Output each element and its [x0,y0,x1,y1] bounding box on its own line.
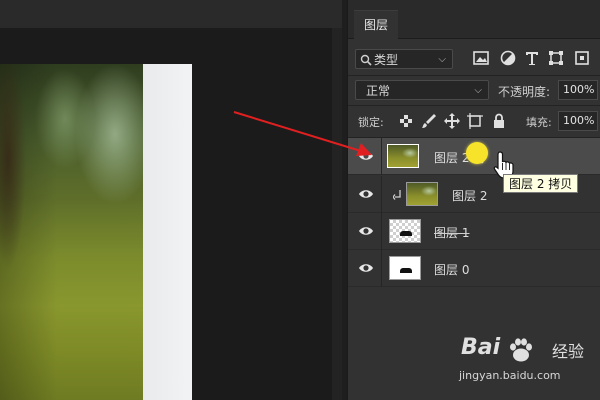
search-icon [360,54,372,66]
layer-thumbnail [389,219,421,243]
paw-icon [510,338,532,362]
chevron-down-icon: ⌵ [474,85,482,96]
panel-divider [348,75,600,76]
layer-name[interactable]: 图层 2 [452,187,487,204]
blend-mode-value: 正常 [366,84,391,98]
watermark-url: jingyan.baidu.com [459,369,561,382]
lock-paint-icon[interactable] [420,112,438,130]
layer-filter-label: 类型 [374,53,399,67]
layer-name-tooltip: 图层 2 拷贝 [503,174,579,193]
layer-thumbnail [387,144,419,168]
eye-column-divider [381,250,382,287]
shape-icon[interactable] [547,49,565,67]
eye-icon[interactable] [358,149,374,163]
layer-thumbnail [406,182,438,206]
canvas-white-layer [143,64,192,400]
lock-all-icon[interactable] [490,112,508,130]
lock-move-icon[interactable] [443,112,461,130]
layer-name[interactable]: 图层 1 [434,224,469,241]
opacity-field[interactable]: 100% [558,80,598,100]
canvas-top-bar [0,0,342,28]
eye-column-divider [381,213,382,250]
click-highlight-dot [466,142,488,164]
layer-row[interactable]: 图层 1 [348,213,600,250]
lock-label: 锁定: [358,116,384,129]
layer-filter-select[interactable]: 类型 ⌵ [355,49,453,69]
canvas-photo-shade [0,64,143,400]
eye-icon[interactable] [358,224,374,238]
eye-column-divider [381,176,382,213]
baidu-jingyan-watermark: Bai 经验 jingyan.baidu.com [449,333,599,397]
lock-transparency-icon[interactable] [397,112,415,130]
image-icon[interactable] [472,49,490,67]
fill-field[interactable]: 100% [558,111,598,131]
eye-icon[interactable] [358,261,374,275]
smart-object-icon[interactable] [573,49,591,67]
eye-column-divider [381,138,382,175]
layer-name[interactable]: 图层 0 [434,261,469,278]
clipping-mask-icon [393,190,401,200]
chevron-down-icon: ⌵ [438,54,446,65]
layer-thumbnail [389,256,421,280]
layer-row[interactable]: 图层 0 [348,250,600,287]
opacity-label: 不透明度: [498,85,551,99]
panel-tab-bar: 图层 [348,0,600,39]
panel-divider [348,105,600,106]
eye-icon[interactable] [358,187,374,201]
canvas-area[interactable] [0,0,342,400]
type-icon[interactable] [523,49,541,67]
lock-artboard-icon[interactable] [466,112,484,130]
tab-layers[interactable]: 图层 [354,10,398,39]
watermark-suffix: 经验 [552,342,585,361]
fill-label: 填充: [526,116,552,129]
blend-mode-select[interactable]: 正常 ⌵ [355,80,489,100]
thumbnail-shape [400,268,412,273]
watermark-brand: Bai [461,335,501,360]
adjustment-icon[interactable] [499,49,517,67]
thumbnail-shape [400,231,412,236]
